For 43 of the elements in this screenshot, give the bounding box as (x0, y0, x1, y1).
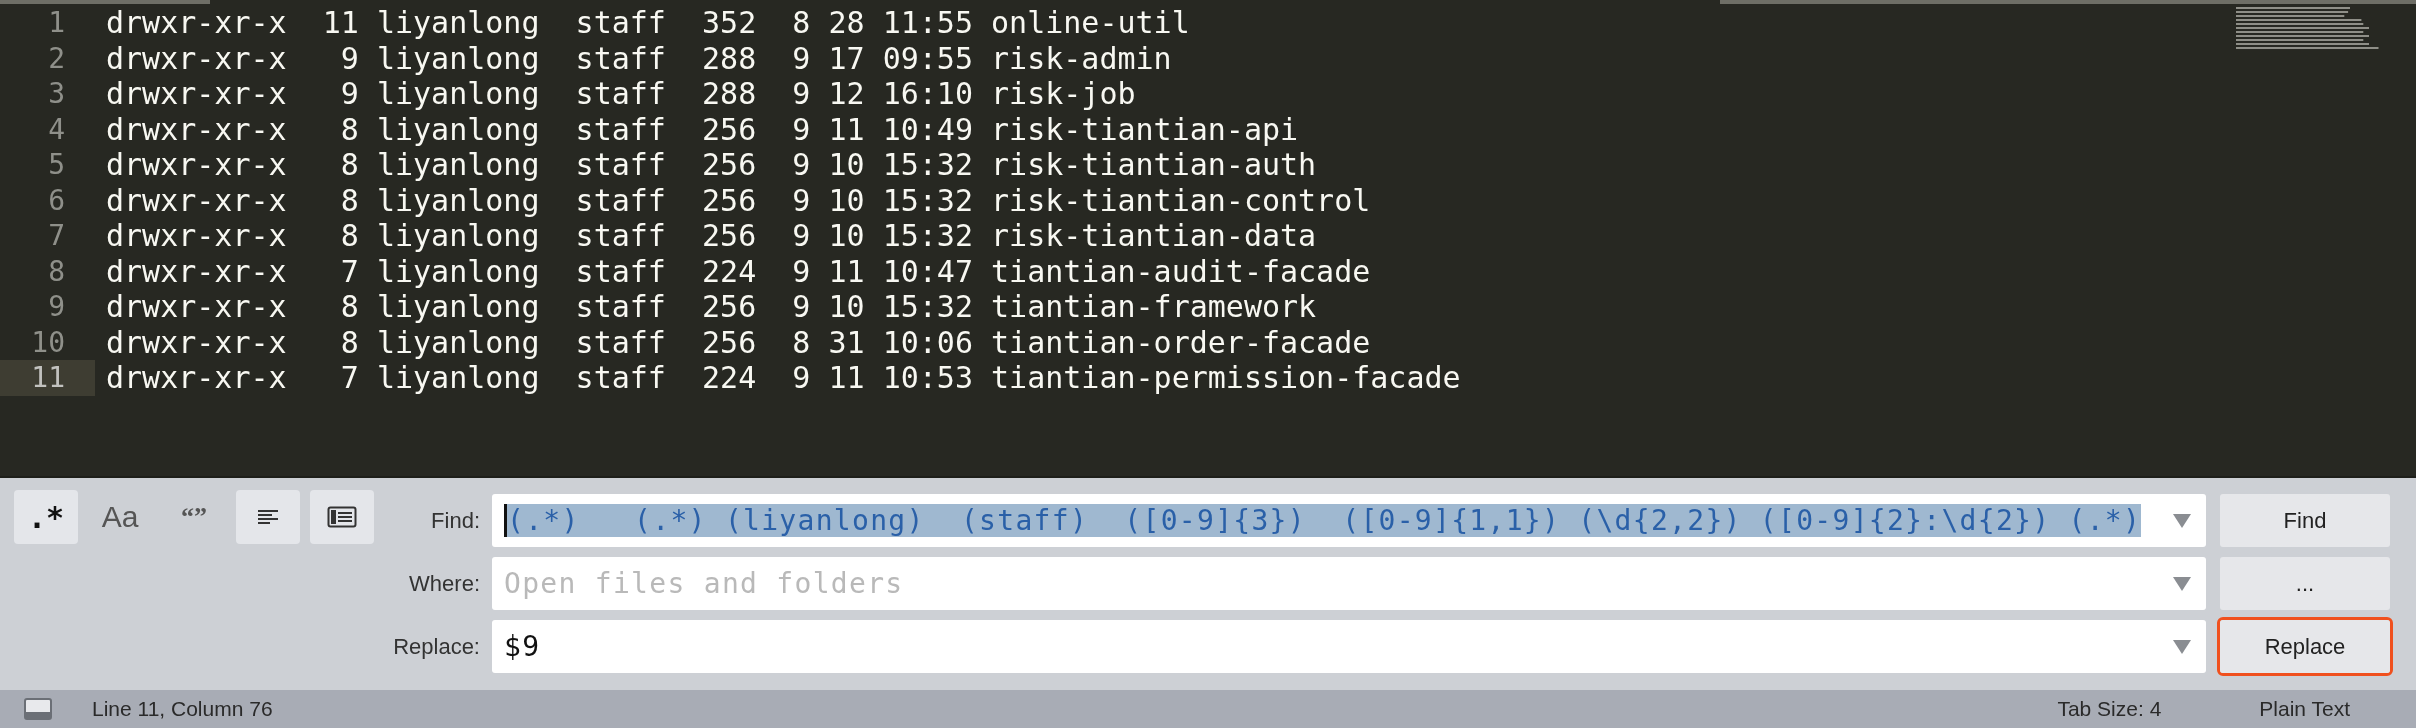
line-number: 5 (47, 147, 66, 183)
line-number: 9 (47, 289, 66, 325)
text-lines-icon (256, 508, 280, 526)
dropdown-arrow-icon[interactable] (2172, 512, 2192, 529)
code-line: drwxr-xr-x 7 liyanlong staff 224 9 11 10:47 tiantian-audit-facade (106, 253, 1371, 289)
code-line: drwxr-xr-x 8 liyanlong staff 256 8 31 10:06 tiantian-order-facade (106, 324, 1371, 360)
replace-button[interactable]: Replace (2220, 620, 2390, 673)
line-number: 6 (47, 182, 66, 218)
line-number: 11 (0, 360, 95, 396)
code-line: drwxr-xr-x 9 liyanlong staff 288 9 17 09:55 risk-admin (106, 40, 1172, 76)
panel-icon[interactable] (24, 698, 52, 720)
tab-size[interactable]: Tab Size: 4 (2057, 697, 2162, 721)
text-block-icon (327, 506, 357, 528)
code-line: drwxr-xr-x 11 liyanlong staff 352 8 28 11:55 online-util (106, 5, 1190, 41)
dropdown-arrow-icon[interactable] (2172, 575, 2192, 592)
line-number: 1 (47, 5, 66, 41)
code-line: drwxr-xr-x 8 liyanlong staff 256 9 10 15:32 risk-tiantian-data (106, 218, 1317, 254)
field-label: Where: (408, 570, 481, 597)
line-number: 7 (47, 218, 66, 254)
dropdown-arrow-icon[interactable] (2172, 638, 2192, 655)
line-number: 8 (47, 253, 66, 289)
option-toggle[interactable]: Aa (88, 490, 152, 544)
code-line: drwxr-xr-x 8 liyanlong staff 256 9 10 15:32 tiantian-framework (106, 289, 1317, 325)
cursor-position[interactable]: Line 11, Column 76 (92, 697, 273, 721)
field-label: Find: (430, 507, 481, 534)
line-number: 10 (30, 324, 66, 360)
option-toggle[interactable]: .* (14, 490, 78, 544)
code-line: drwxr-xr-x 8 liyanlong staff 256 9 10 15:32 risk-tiantian-control (106, 182, 1371, 218)
code-line: drwxr-xr-x 8 liyanlong staff 256 9 10 15:32 risk-tiantian-auth (106, 147, 1317, 183)
code-line: drwxr-xr-x 7 liyanlong staff 224 9 11 10:53 tiantian-permission-facade (106, 360, 1461, 396)
line-number: 3 (47, 76, 66, 112)
code-line: drwxr-xr-x 8 liyanlong staff 256 9 11 10:49 risk-tiantian-api (106, 111, 1299, 147)
code-line: drwxr-xr-x 9 liyanlong staff 288 9 12 16:10 risk-job (106, 76, 1136, 112)
field-label: Replace: (392, 633, 481, 660)
find-button[interactable]: Find (2220, 494, 2390, 547)
line-number: 4 (47, 111, 66, 147)
input-field[interactable]: $9 (492, 620, 2206, 673)
option-toggle[interactable]: “” (162, 490, 226, 544)
option-toggle[interactable] (236, 490, 300, 544)
more-button[interactable]: ... (2220, 557, 2390, 610)
option-toggle[interactable] (310, 490, 374, 544)
line-number: 2 (47, 40, 66, 76)
syntax-label[interactable]: Plain Text (2259, 697, 2350, 721)
